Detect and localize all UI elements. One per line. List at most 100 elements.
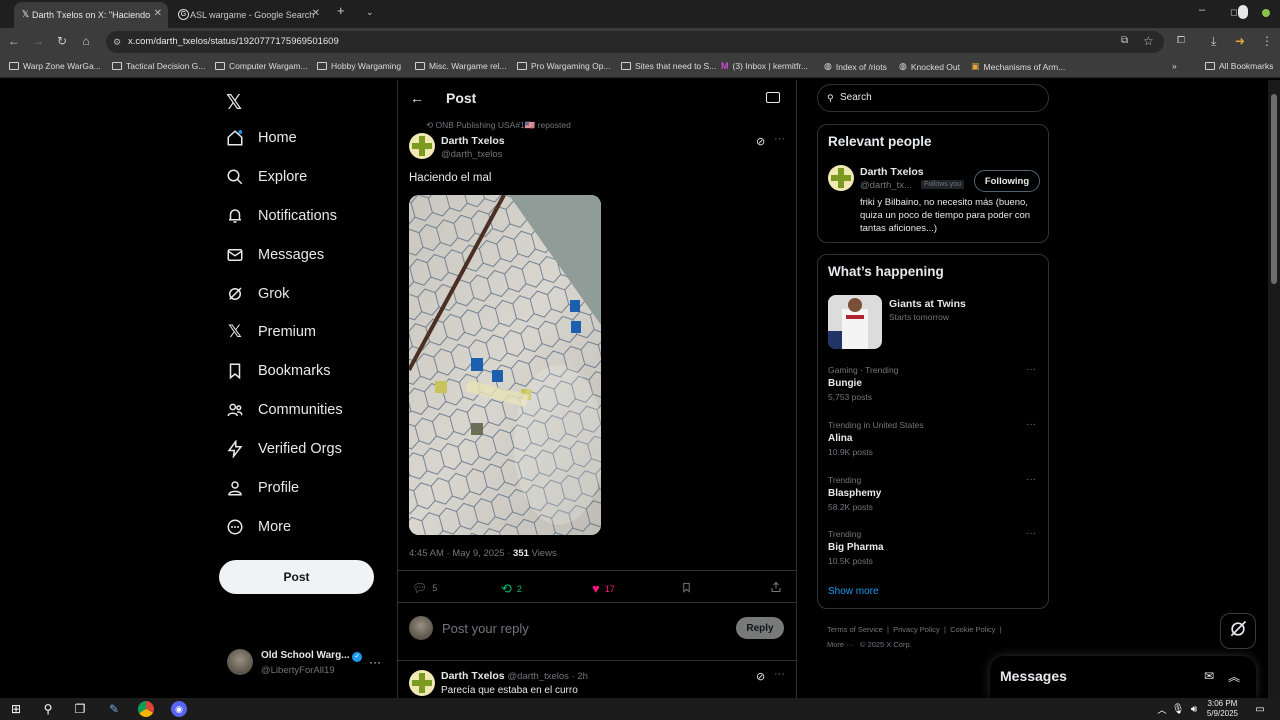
extension-icon[interactable]: ➜ [1235,34,1245,48]
nav-verified-orgs[interactable]: Verified Orgs [226,437,342,461]
like-action[interactable]: ♥ 17 [592,581,615,596]
taskbar-clock[interactable]: 3:06 PM 5/9/2025 [1207,699,1238,719]
more-bookmarks-icon[interactable]: » [1172,61,1177,71]
forward-icon[interactable]: → [30,34,46,48]
nav-communities[interactable]: Communities [226,398,343,422]
author-avatar[interactable] [409,133,435,159]
show-more-link[interactable]: Show more [828,586,879,597]
nav-home[interactable]: Home [226,126,297,150]
site-info-icon[interactable]: ⚙ [113,31,121,53]
app-icon[interactable]: ✎ [106,701,122,717]
person-handle[interactable]: @darth_tx... [860,180,912,191]
new-tab-icon[interactable]: + [337,3,345,18]
bookmark-folder[interactable]: Hobby Wargaming [317,61,401,71]
more-dots-icon[interactable]: ··· [1026,528,1036,539]
post-button[interactable]: Post [219,560,374,594]
person-avatar[interactable] [828,165,854,191]
nav-messages[interactable]: Messages [226,243,324,267]
messages-drawer[interactable]: Messages ✉ ︽ [990,656,1256,698]
following-button[interactable]: Following [974,170,1040,192]
grok-explain-icon[interactable]: ⊘ [756,670,765,683]
trend-name[interactable]: Alina [828,433,852,444]
star-icon[interactable]: ☆ [1143,34,1154,48]
event-name[interactable]: Giants at Twins [889,298,966,310]
grok-button[interactable] [1220,613,1256,649]
nav-profile[interactable]: Profile [226,476,299,500]
trend-name[interactable]: Blasphemy [828,488,881,499]
all-bookmarks-folder[interactable]: All Bookmarks [1205,61,1273,71]
author-name[interactable]: Darth Txelos [441,135,505,147]
search-icon[interactable]: ⚲ [40,701,56,717]
home-browser-icon[interactable]: ⌂ [78,34,94,48]
window-icon[interactable]: ◻ [1230,7,1237,18]
grok-explain-icon[interactable]: ⊘ [756,135,765,148]
bookmark-link[interactable]: ◍ Index of /riots [824,61,887,72]
bookmark-link[interactable]: ◍ Knocked Out [899,61,960,72]
discord-icon[interactable]: ◉ [171,701,187,717]
more-dots-icon[interactable]: ··· [774,668,785,680]
bookmark-folder[interactable]: Misc. Wargame rel... [415,61,507,71]
x-logo-icon[interactable]: 𝕏 [226,90,242,115]
more-dots-icon[interactable]: ··· [1026,474,1036,485]
nav-bookmarks[interactable]: Bookmarks [226,359,331,383]
bookmark-link[interactable]: ▣ Mechanisms of Arm... [971,61,1065,72]
reader-view-icon[interactable] [766,92,780,103]
nav-explore[interactable]: Explore [226,165,307,189]
bookmark-action[interactable] [681,581,692,596]
back-arrow-icon[interactable]: ← [410,90,424,106]
chrome-icon[interactable] [138,701,154,717]
install-app-icon[interactable]: ⧉ [1121,35,1128,46]
bookmark-folder[interactable]: Warp Zone WarGa... [9,61,101,71]
repost-action[interactable]: ⟲ 2 [501,581,522,597]
nav-grok[interactable]: Grok [226,282,289,306]
footer-line[interactable]: Terms of Service | Privacy Policy | Cook… [827,622,1002,637]
nav-premium[interactable]: 𝕏 Premium [226,320,316,344]
profile-status-icon[interactable] [1262,9,1270,17]
menu-icon[interactable]: ⋮ [1261,34,1273,48]
more-dots-icon[interactable]: ··· [1026,364,1036,375]
trend-name[interactable]: Bungie [828,378,862,389]
chevron-up-icon[interactable]: ︿ [1154,701,1170,717]
extensions-icon[interactable]: ⧠ [1177,35,1185,46]
reload-icon[interactable]: ↻ [54,34,70,48]
nav-notifications[interactable]: Notifications [226,204,337,228]
bookmark-gmail[interactable]: M (3) Inbox | kermitfr... [721,61,808,71]
reply-input[interactable]: Post your reply [442,621,529,636]
person-name[interactable]: Darth Txelos [860,166,924,178]
reply-button[interactable]: Reply [736,617,784,639]
event-image[interactable] [828,295,882,349]
task-view-icon[interactable]: ❐ [72,701,88,717]
notification-icon[interactable]: ▭ [1252,701,1268,717]
download-icon[interactable]: ⤓ [1211,34,1216,49]
author-handle[interactable]: @darth_txelos [441,149,502,160]
bookmark-folder[interactable]: Sites that need to S... [621,61,716,71]
url-bar[interactable]: ⚙ x.com/darth_txelos/status/192077717596… [106,31,1164,53]
bookmark-folder[interactable]: Computer Wargam... [215,61,308,71]
bookmark-folder[interactable]: Pro Wargaming Op... [517,61,611,71]
more-dots-icon[interactable]: ··· [1026,419,1036,430]
page-scrollbar[interactable] [1268,80,1280,698]
expand-icon[interactable]: ︽ [1228,668,1240,685]
tab-active[interactable]: 𝕏 Darth Txelos on X: "Haciendo el ✕ [14,2,168,28]
close-tab-icon[interactable]: ✕ [312,8,320,19]
more-dots-icon[interactable]: ··· [369,655,381,669]
reply-action[interactable]: 💬︎ 5 [412,581,437,595]
more-dots-icon[interactable]: ··· [774,133,785,145]
tab-search-chevron-icon[interactable]: ⌄ [366,7,374,18]
speaker-icon[interactable]: 🔊︎ [1186,701,1202,717]
minimize-icon[interactable]: – [1199,4,1205,16]
account-switcher[interactable]: Old School Warg... ✓ @LibertyForAll19 ··… [227,647,387,681]
windows-start-icon[interactable]: ⊞ [8,701,24,717]
share-action[interactable] [770,581,782,595]
footer-line[interactable]: More ··· © 2025 X Corp. [827,637,1002,652]
post-image[interactable] [409,195,601,535]
new-message-icon[interactable]: ✉ [1204,669,1214,683]
close-tab-icon[interactable]: ✕ [154,8,162,19]
nav-more[interactable]: More [226,515,291,539]
microphone-icon[interactable] [1238,5,1248,19]
trend-name[interactable]: Big Pharma [828,542,884,553]
tab-google-search[interactable]: G ASL wargame - Google Search ✕ [172,2,326,28]
microphone-icon[interactable]: 🎙︎ [1170,701,1186,717]
search-input[interactable]: ⚲ Search [817,84,1049,112]
back-icon[interactable]: ← [6,34,22,48]
